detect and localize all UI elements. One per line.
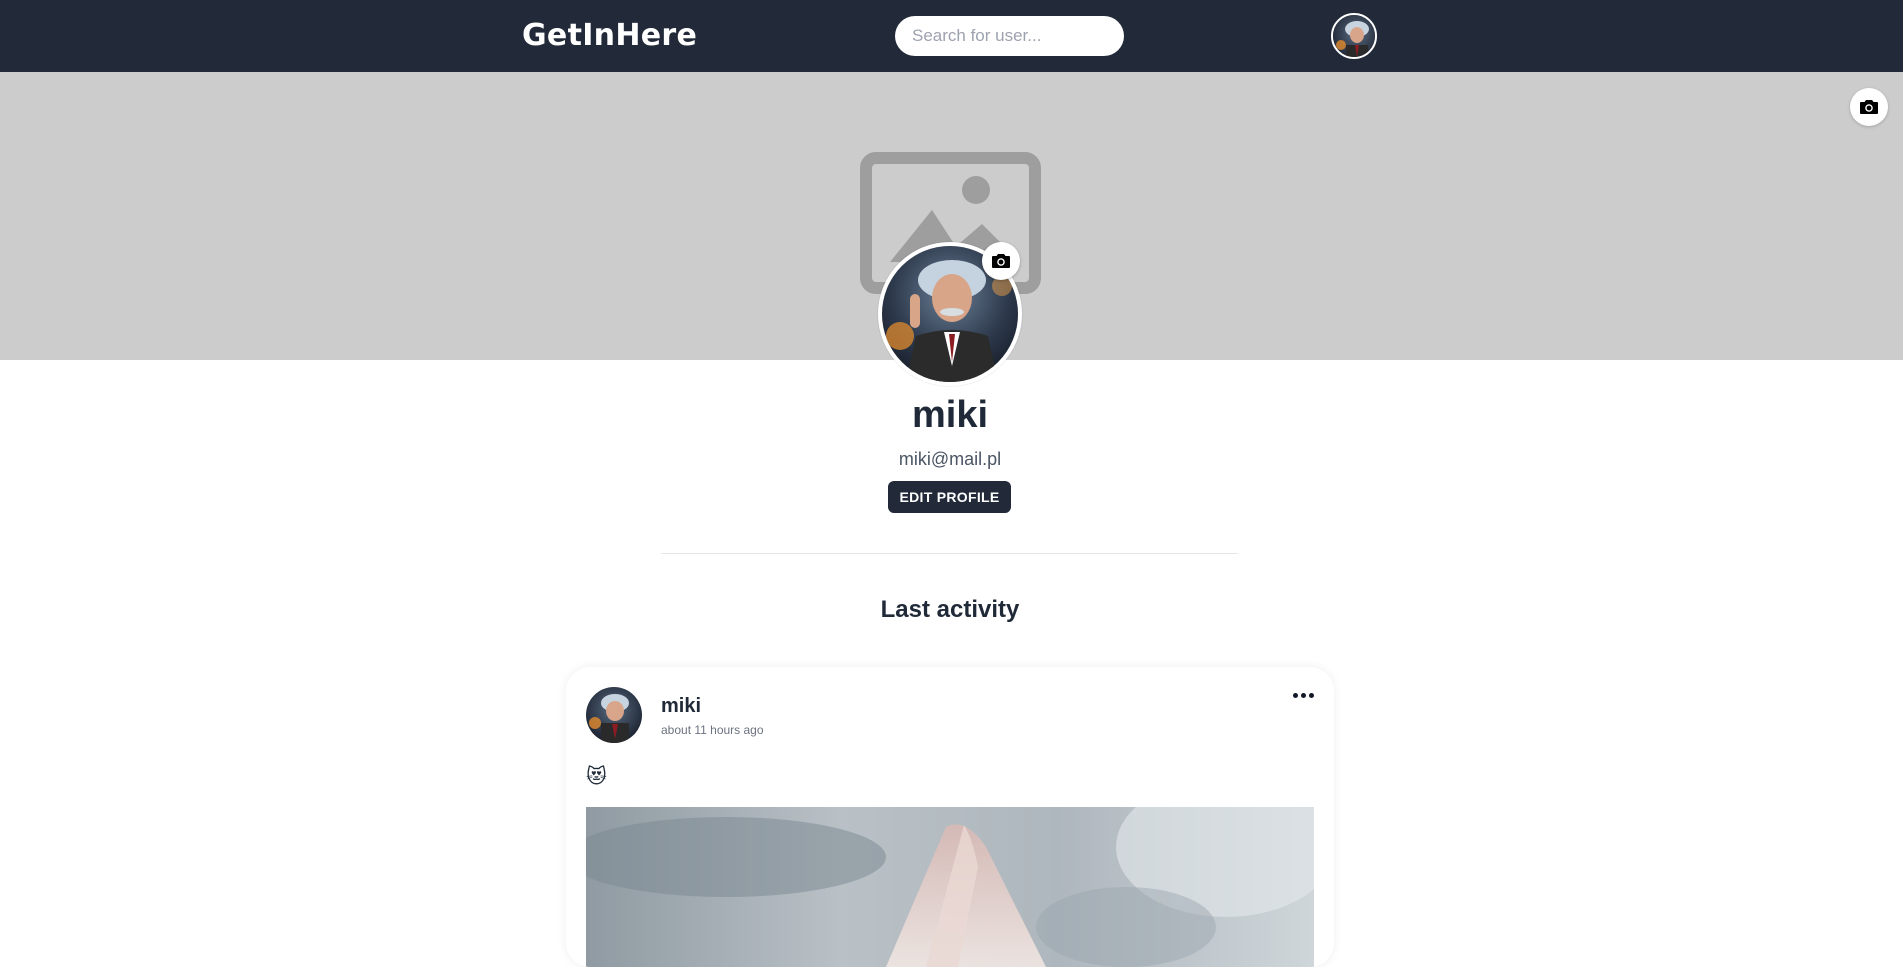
menu-dot — [1292, 692, 1298, 698]
camera-icon — [992, 254, 1010, 268]
more-horizontal-icon[interactable] — [1288, 683, 1318, 707]
avatar-image — [586, 687, 642, 743]
profile-email: miki@mail.pl — [898, 449, 1002, 469]
post-card: miki about 11 hours ago 😻 — [566, 667, 1334, 967]
menu-dot — [1300, 692, 1306, 698]
top-navbar: GetInHere — [0, 0, 1903, 72]
cover-camera-button[interactable] — [1850, 88, 1888, 126]
post-timestamp: about 11 hours ago — [661, 723, 764, 737]
post-text: 😻 — [586, 766, 607, 788]
post-image[interactable] — [586, 807, 1314, 967]
camera-icon — [1860, 100, 1878, 114]
post-photo — [586, 807, 1314, 967]
search-input[interactable] — [895, 16, 1124, 56]
post-author-avatar[interactable] — [586, 687, 642, 743]
menu-dot — [1308, 692, 1314, 698]
avatar-camera-button[interactable] — [982, 242, 1020, 280]
user-avatar-button[interactable] — [1331, 13, 1377, 59]
last-activity-heading: Last activity — [880, 596, 1020, 623]
avatar-image — [1333, 15, 1375, 57]
divider — [661, 553, 1238, 554]
edit-profile-button[interactable]: EDIT PROFILE — [888, 481, 1011, 513]
profile-username: miki — [911, 394, 989, 436]
post-author-name[interactable]: miki — [661, 695, 701, 718]
brand-logo[interactable]: GetInHere — [522, 18, 697, 53]
